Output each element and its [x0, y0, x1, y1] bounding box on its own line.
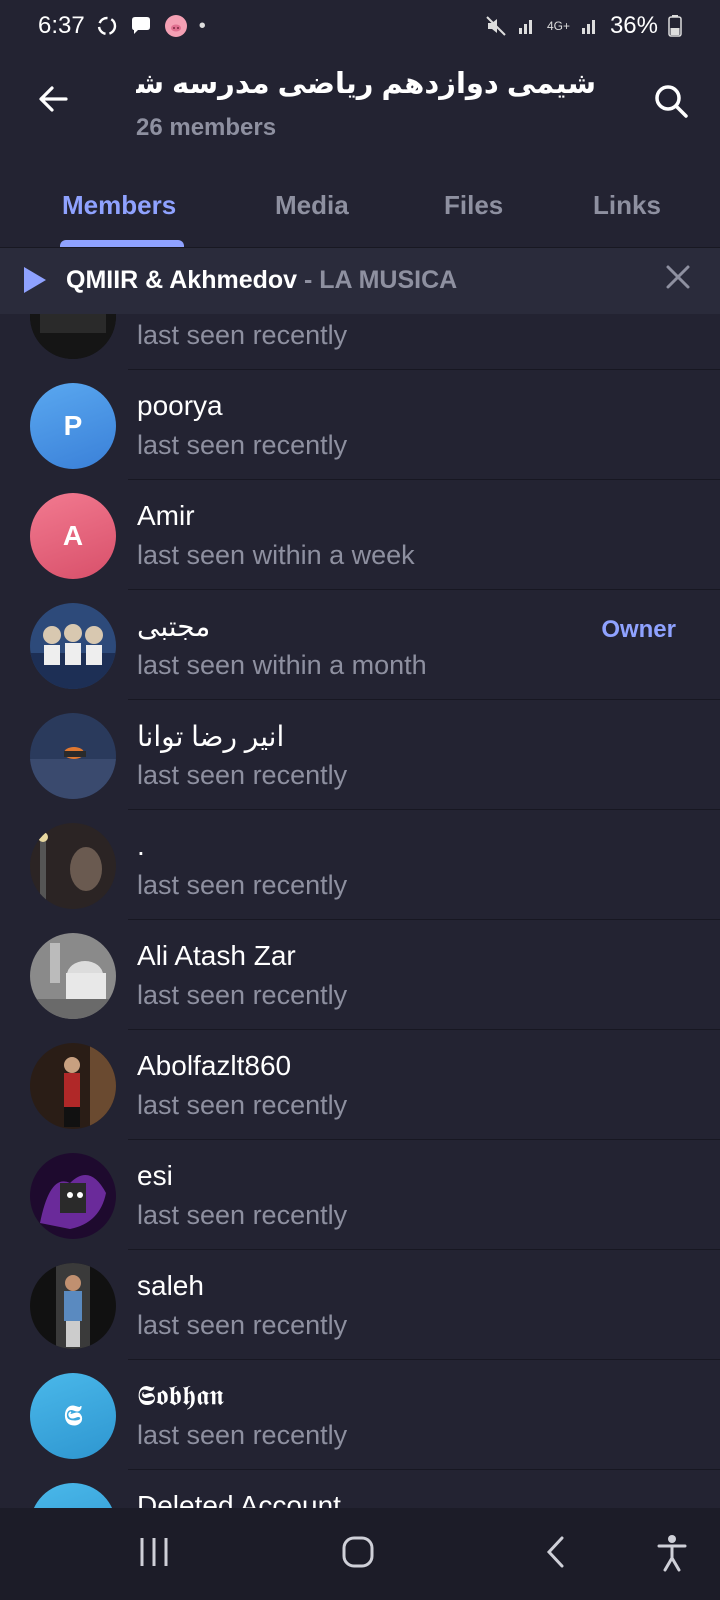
play-icon[interactable] [24, 267, 46, 293]
avatar [30, 823, 116, 909]
back-icon [546, 1536, 564, 1568]
member-name: saleh [137, 1270, 204, 1301]
search-button[interactable] [652, 82, 696, 126]
close-icon [666, 265, 690, 289]
member-name: esi [137, 1160, 173, 1191]
member-status: last seen recently [137, 430, 348, 460]
avatar-initial: A [62, 520, 84, 551]
avatar [30, 1153, 116, 1239]
home-icon [342, 1536, 374, 1568]
member-name: . [137, 830, 145, 861]
member-row[interactable]: A Amir last seen within a week [0, 480, 720, 590]
avatar [30, 603, 116, 689]
member-status: last seen within a month [137, 650, 427, 680]
sync-icon [97, 16, 116, 36]
dot-icon: • [198, 14, 206, 37]
group-title: شیمی دوازدهم ریاضی مدرسه شاهد [136, 68, 596, 100]
tab-media[interactable]: Media [275, 190, 349, 221]
member-row[interactable]: . last seen recently [0, 810, 720, 920]
back-button[interactable] [30, 76, 76, 122]
avatar: 𝕾 [30, 1373, 116, 1459]
member-row[interactable]: مجتبی last seen within a month Owner [0, 590, 720, 700]
track-title: LA MUSICA [319, 266, 458, 294]
member-status: last seen recently [137, 1420, 348, 1450]
recent-apps-icon [140, 1538, 168, 1566]
track-separator: - [297, 266, 320, 294]
member-status: last seen recently [137, 320, 348, 350]
status-bar-left: 6:37 • [38, 12, 206, 40]
member-name: poorya [137, 390, 223, 421]
pig-emoji-icon [164, 15, 187, 37]
avatar [30, 933, 116, 1019]
member-row[interactable]: Ali Atash Zar last seen recently [0, 920, 720, 1030]
member-name: انیر رضا توانا [137, 721, 285, 752]
member-row[interactable]: Abolfazlt860 last seen recently [0, 1030, 720, 1140]
system-nav-bar [0, 1508, 720, 1600]
search-icon [655, 85, 688, 118]
avatar-initial: P [63, 410, 83, 441]
avatar [30, 1263, 116, 1349]
arrow-left-icon [39, 86, 68, 112]
music-player-bar[interactable]: QMIIR & Akhmedov - LA MUSICA [0, 248, 720, 314]
member-status: last seen recently [137, 1090, 348, 1120]
tab-bar: Members Media Files Links [0, 162, 720, 248]
active-tab-indicator [60, 240, 184, 247]
recent-apps-button[interactable] [138, 1534, 170, 1575]
battery-percent: 36% [609, 12, 658, 39]
signal-icon [518, 20, 532, 34]
member-name: Abolfazlt860 [137, 1050, 292, 1081]
mute-icon [486, 16, 506, 36]
member-status: last seen recently [137, 1310, 348, 1340]
battery-icon [668, 15, 682, 37]
owner-badge: Owner [601, 616, 676, 643]
member-row[interactable]: انیر رضا توانا last seen recently [0, 700, 720, 810]
member-name: Ali Atash Zar [137, 940, 296, 971]
avatar [30, 314, 116, 359]
status-bar-right: 4G+ 36% [485, 12, 682, 40]
chat-bubble-icon [131, 17, 150, 34]
avatar: A [30, 493, 116, 579]
member-status: last seen recently [137, 760, 348, 790]
member-name: 𝕾𝖔𝖇𝖍𝖆𝖓 [137, 1380, 224, 1411]
member-status: last seen within a week [137, 540, 415, 570]
track-info[interactable]: QMIIR & Akhmedov - LA MUSICA [66, 266, 457, 295]
member-name: Deleted Account [137, 1490, 341, 1508]
home-button[interactable] [340, 1534, 376, 1575]
avatar [30, 713, 116, 799]
tab-members[interactable]: Members [62, 190, 176, 221]
member-row[interactable]: 𝕾 𝕾𝖔𝖇𝖍𝖆𝖓 last seen recently [0, 1360, 720, 1470]
member-name: مجتبی [137, 611, 211, 642]
member-row[interactable]: P poorya last seen recently [0, 370, 720, 480]
member-name: Amir [137, 500, 195, 531]
avatar [30, 1043, 116, 1129]
member-status: last seen recently [137, 980, 348, 1010]
status-bar: 6:37 • 4G+ 36% [0, 0, 720, 52]
avatar: P [30, 383, 116, 469]
accessibility-icon [657, 1535, 687, 1572]
member-status: last seen recently [137, 1200, 348, 1230]
avatar-initial: 𝕾 [63, 1399, 83, 1431]
member-count: 26 members [136, 114, 277, 141]
status-time: 6:37 [38, 12, 85, 39]
network-type: 4G+ [546, 19, 570, 33]
tab-links[interactable]: Links [593, 190, 661, 221]
member-row[interactable]: Deleted Account [0, 1470, 720, 1508]
accessibility-button[interactable] [656, 1534, 688, 1577]
app-header: شیمی دوازدهم ریاضی مدرسه شاهد 26 members [0, 52, 720, 162]
tab-files[interactable]: Files [444, 190, 503, 221]
signal-icon-2 [581, 20, 595, 34]
close-player-button[interactable] [664, 262, 692, 299]
avatar [30, 1483, 116, 1508]
back-nav-button[interactable] [544, 1534, 568, 1575]
member-row[interactable]: saleh last seen recently [0, 1250, 720, 1360]
member-row[interactable]: last seen recently [0, 314, 720, 370]
track-artist: QMIIR & Akhmedov [66, 266, 298, 294]
member-status: last seen recently [137, 870, 348, 900]
member-row[interactable]: esi last seen recently [0, 1140, 720, 1250]
member-list[interactable]: last seen recently P poorya last seen re… [0, 314, 720, 1508]
